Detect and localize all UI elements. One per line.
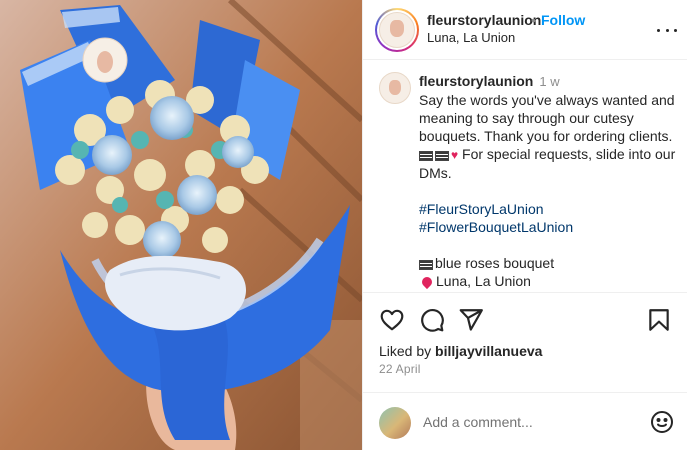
comment-icon[interactable] <box>419 307 445 333</box>
avatar-image <box>379 12 415 48</box>
comment-input[interactable] <box>423 411 633 433</box>
flag-emoji-icon <box>435 151 449 161</box>
follow-button[interactable]: Follow <box>541 12 585 28</box>
current-user-avatar[interactable] <box>379 407 411 439</box>
caption-text-2: For special requests, slide into our DMs… <box>419 146 676 181</box>
smiley-icon[interactable] <box>650 410 674 434</box>
caption-text: Say the words you've always wanted and m… <box>419 92 675 144</box>
post-header: fleurstorylaunion • Follow Luna, La Unio… <box>363 0 687 60</box>
flag-emoji-icon <box>419 151 433 161</box>
caption-avatar[interactable] <box>379 72 411 104</box>
bouquet-photo <box>0 0 362 450</box>
bookmark-icon[interactable] <box>646 307 672 333</box>
hashtag-link[interactable]: #FlowerBouquetLaUnion <box>419 218 685 236</box>
caption-body: fleurstorylaunion 1 w Say the words you'v… <box>419 72 685 290</box>
heart-emoji-icon: ♥ <box>451 148 459 162</box>
caption-username[interactable]: fleurstorylaunion <box>419 73 533 89</box>
paper-plane-icon[interactable] <box>458 307 484 333</box>
pin-emoji-icon <box>419 274 435 290</box>
comment-bar <box>363 392 687 450</box>
caption-time[interactable]: 1 w <box>539 74 559 89</box>
post-side-panel: fleurstorylaunion • Follow Luna, La Unio… <box>362 0 687 450</box>
hashtag-link[interactable]: #FleurStoryLaUnion <box>419 200 685 218</box>
liked-by-user[interactable]: billjayvillanueva <box>435 343 542 359</box>
product-name: blue roses bouquet <box>435 255 555 271</box>
more-options-icon[interactable] <box>657 20 677 40</box>
flag-emoji-icon <box>419 260 433 270</box>
caption-section: fleurstorylaunion 1 w Say the words you'v… <box>363 60 687 292</box>
instagram-post: fleurstorylaunion • Follow Luna, La Unio… <box>0 0 687 450</box>
post-photo[interactable] <box>0 0 362 450</box>
profile-avatar[interactable] <box>375 8 419 52</box>
header-location[interactable]: Luna, La Union <box>427 30 515 45</box>
separator-dot: • <box>531 12 536 28</box>
product-location: Luna, La Union <box>436 273 531 289</box>
heart-icon[interactable] <box>379 307 405 333</box>
header-username[interactable]: fleurstorylaunion <box>427 12 541 28</box>
liked-by: Liked by billjayvillanueva <box>379 343 543 359</box>
post-date[interactable]: 22 April <box>379 362 421 376</box>
